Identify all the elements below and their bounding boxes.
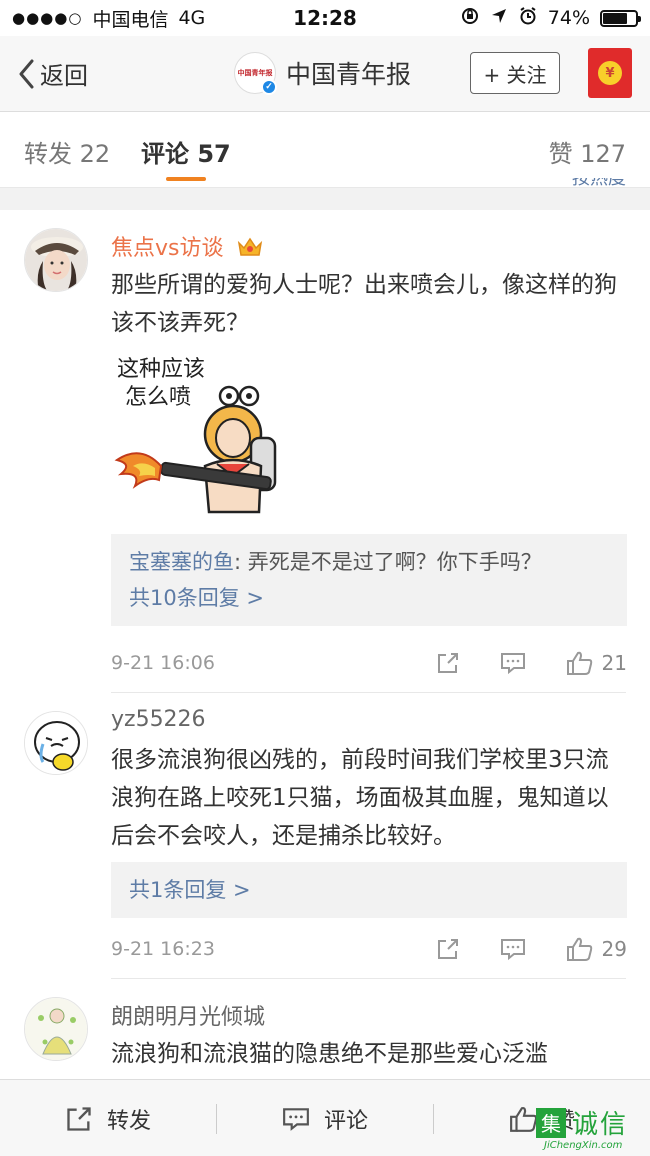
avatar[interactable] <box>24 711 88 775</box>
site-watermark: 集 诚信 <box>536 1104 628 1141</box>
comment-actions: 29 <box>396 936 627 962</box>
view-replies-link[interactable]: 共10条回复 > <box>129 580 609 616</box>
sticker-caption-line2: 怎么喷 <box>125 385 191 410</box>
status-right: 74% <box>460 6 641 31</box>
watermark-url: JiChengXin.com <box>544 1140 623 1151</box>
repost-label: 转发 <box>106 1108 151 1134</box>
sticker-caption-line1: 这种应该 <box>117 357 205 382</box>
section-divider <box>0 188 650 210</box>
comment-username[interactable]: yz55226 <box>111 707 206 732</box>
share-icon <box>437 653 458 673</box>
vip-crown-icon <box>238 237 263 256</box>
red-envelope-icon: ¥ <box>598 61 622 85</box>
avatar[interactable] <box>24 228 88 292</box>
chevron-left-icon <box>19 59 34 88</box>
comment-label: 评论 <box>323 1108 368 1134</box>
sort-option-peek[interactable]: 按热度 <box>572 178 626 190</box>
comment-meta: 9-21 16:23 29 <box>111 936 627 966</box>
active-tab-indicator <box>166 177 206 181</box>
watermark-text: 诚信 <box>572 1110 629 1140</box>
comment-separator <box>111 978 626 979</box>
share-comment-button[interactable] <box>436 937 460 961</box>
comment-meta: 9-21 16:06 21 <box>111 650 627 680</box>
battery-icon <box>600 9 641 27</box>
comment-time: 9-21 16:23 <box>111 938 215 960</box>
avatar-logo-text: 中国青年报 <box>237 68 273 77</box>
comment-text: 那些所谓的爱狗人士呢？出来喷会儿，像这样的狗该不该弄死？ <box>111 272 617 336</box>
comment-username[interactable]: 焦点vs访谈 <box>111 230 264 262</box>
comment-icon <box>283 1107 309 1131</box>
like-comment-button[interactable]: 21 <box>566 650 627 676</box>
comment-username[interactable]: 朗朗明月光倾城 <box>111 999 265 1031</box>
comment-icon <box>500 939 525 961</box>
alarm-icon <box>518 6 538 31</box>
tab-like[interactable]: 赞 127 <box>549 134 626 169</box>
comment-actions: 21 <box>396 650 627 676</box>
tab-comment[interactable]: 评论 57 <box>141 134 231 169</box>
like-count: 21 <box>601 651 627 675</box>
orientation-lock-icon <box>460 6 480 31</box>
nav-bar: 返回 中国青年报 ✓ 中国青年报 + 关注 ¥ <box>0 36 650 112</box>
back-button[interactable]: 返回 <box>18 56 88 91</box>
account-name: 中国青年报 <box>286 60 412 89</box>
account-header[interactable]: 中国青年报 ✓ 中国青年报 <box>234 52 412 95</box>
status-bar: ●●●●○ 中国电信 4G 12:28 74% <box>0 0 650 36</box>
back-label: 返回 <box>40 62 88 90</box>
reply-preview[interactable]: 宝塞塞的鱼: 弄死是不是过了啊？你下手吗？ 共10条回复 > <box>111 534 627 626</box>
view-replies-link[interactable]: 共1条回复 > <box>129 872 609 908</box>
username-text: 焦点vs访谈 <box>111 236 224 261</box>
interaction-tabs: 转发 22 评论 57 赞 127 <box>0 112 650 188</box>
repost-button[interactable]: 转发 <box>0 1080 216 1156</box>
thumbs-up-icon <box>566 937 592 961</box>
reply-username[interactable]: 宝塞塞的鱼 <box>129 550 234 574</box>
like-comment-button[interactable]: 29 <box>566 936 627 962</box>
red-envelope-button[interactable]: ¥ <box>588 48 632 98</box>
like-count: 29 <box>601 937 627 961</box>
watermark-logo: 集 <box>536 1107 566 1138</box>
avatar[interactable] <box>24 997 88 1061</box>
comment-text: 流浪狗和流浪猫的隐患绝不是那些爱心泛滥 <box>111 1041 548 1067</box>
battery-level <box>603 12 627 24</box>
thumbs-up-icon <box>510 1106 538 1132</box>
comment-sticker-image[interactable]: 这种应该 怎么喷 <box>111 348 281 518</box>
reply-text: : 弄死是不是过了啊？你下手吗？ <box>234 550 542 574</box>
reply-comment-button[interactable] <box>500 937 526 961</box>
share-comment-button[interactable] <box>436 651 460 675</box>
follow-button[interactable]: + 关注 <box>470 52 560 94</box>
thumbs-up-icon <box>566 651 592 675</box>
reply-preview[interactable]: 共1条回复 > <box>111 862 627 918</box>
location-arrow-icon <box>490 7 508 30</box>
comment-separator <box>111 692 626 693</box>
comment-icon <box>500 653 525 675</box>
reply-comment-button[interactable] <box>500 651 526 675</box>
verified-badge-icon: ✓ <box>261 79 277 95</box>
comment-time: 9-21 16:06 <box>111 652 215 674</box>
tab-repost[interactable]: 转发 22 <box>24 134 110 169</box>
repost-icon <box>67 1106 91 1131</box>
comment-text: 很多流浪狗很凶残的，前段时间我们学校里3只流浪狗在路上咬死1只猫，场面极其血腥，… <box>111 747 609 849</box>
account-avatar[interactable]: 中国青年报 ✓ <box>234 52 277 95</box>
battery-percent: 74% <box>547 7 590 29</box>
share-icon <box>437 939 458 959</box>
comment-button[interactable]: 评论 <box>217 1080 433 1156</box>
